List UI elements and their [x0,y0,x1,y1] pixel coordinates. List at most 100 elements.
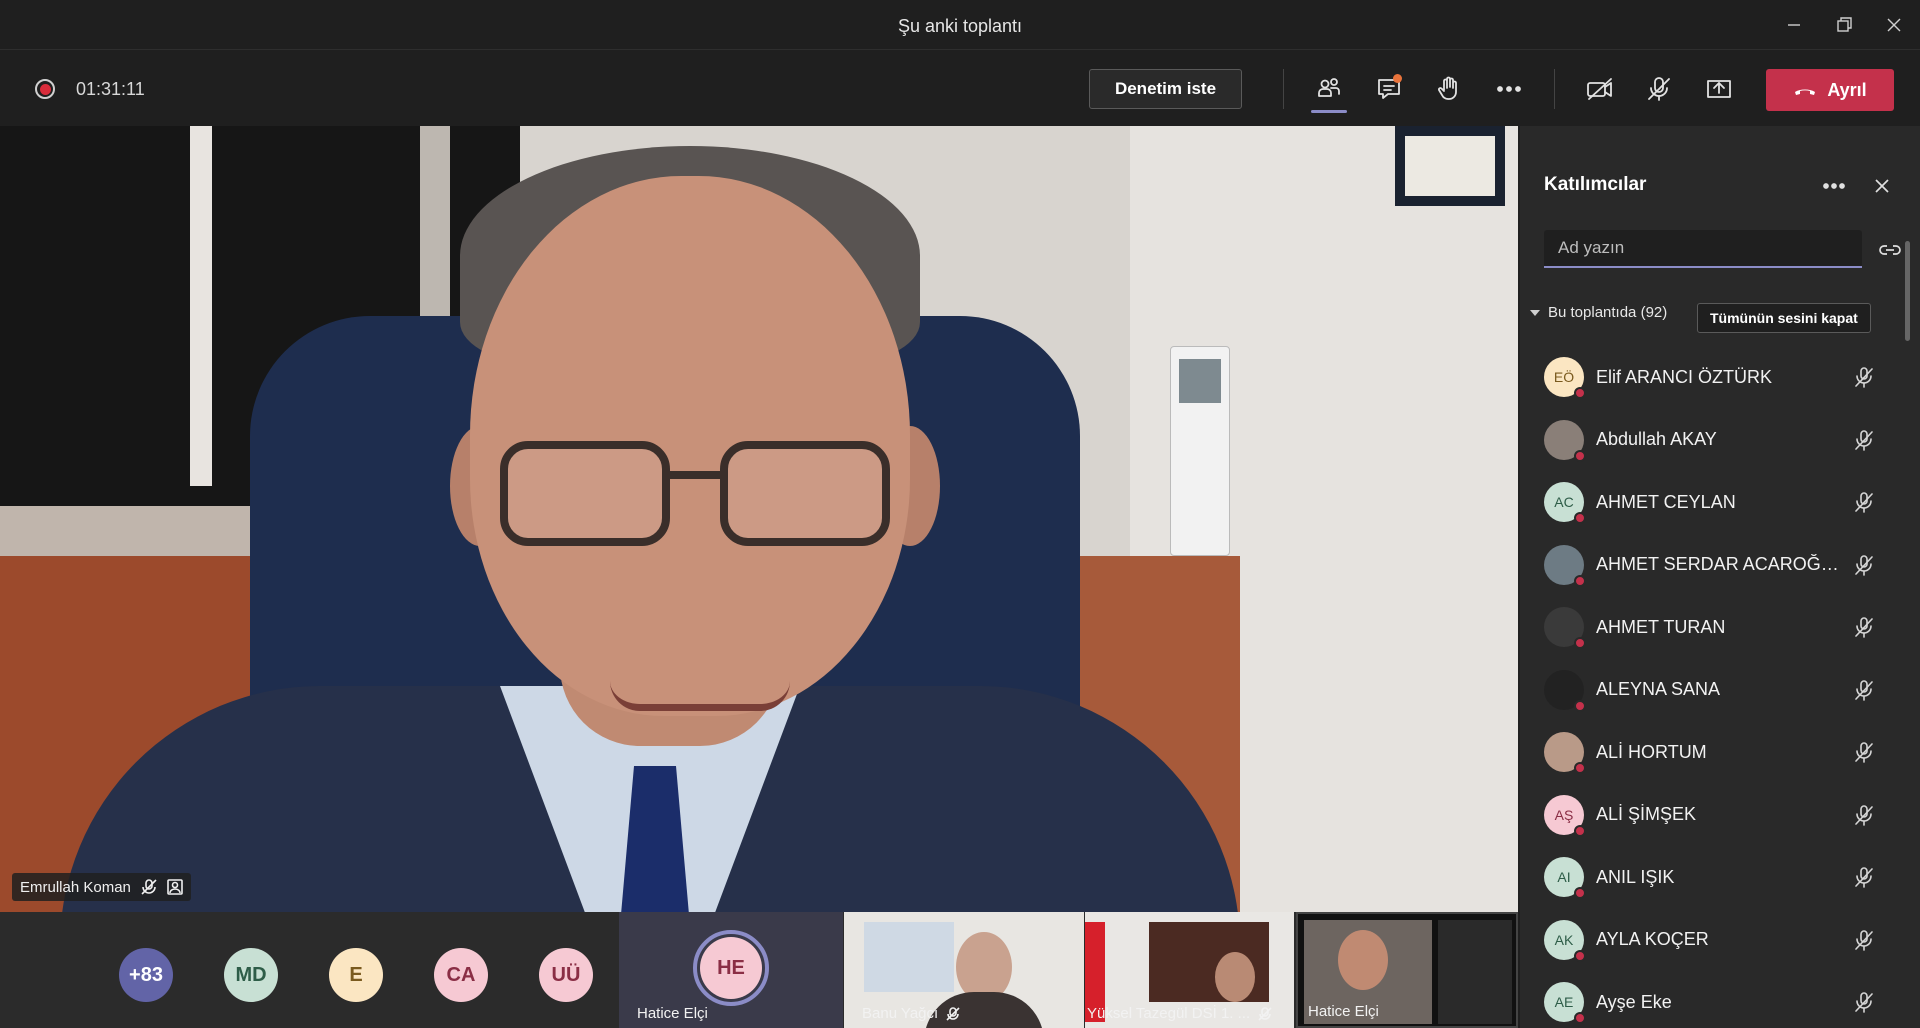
link-icon [1879,245,1901,255]
participant-mic-button[interactable] [1850,801,1878,829]
status-badge [1574,949,1586,962]
participant-mic-button[interactable] [1850,988,1878,1016]
leave-button[interactable]: Ayrıl [1766,69,1894,111]
screen-share-preview [1438,920,1512,1024]
participant-avatar[interactable]: MD [224,948,278,1002]
speaker-name: Emrullah Koman [20,878,131,896]
participant-row[interactable]: AHMET SERDAR ACAROĞULL... [1520,534,1910,597]
camera-off-icon [1587,78,1612,100]
participant-avatar [1544,419,1586,462]
search-input[interactable] [1558,238,1848,258]
raise-hand-button[interactable] [1427,69,1471,109]
participant-name: Ayşe Eke [1596,991,1672,1012]
participant-mic-button[interactable] [1850,363,1878,391]
participant-name: AHMET CEYLAN [1596,491,1736,512]
status-badge [1574,574,1586,587]
chat-button[interactable] [1367,69,1411,109]
status-badge [1574,512,1586,525]
minimize-button[interactable] [1774,10,1814,40]
panel-close-button[interactable] [1866,170,1898,202]
chevron-down-icon [1530,309,1540,316]
camera-toggle-button[interactable] [1578,69,1622,109]
close-window-button[interactable] [1874,10,1914,40]
in-meeting-section-header[interactable]: Bu toplantıda (92) [1530,304,1667,321]
microphone-toggle-button[interactable] [1637,69,1681,109]
share-invite-button[interactable] [1874,234,1906,266]
participant-row[interactable]: AI ANIL IŞIK [1520,846,1910,909]
participant-row[interactable]: AHMET TURAN [1520,596,1910,659]
more-actions-button[interactable] [1487,69,1531,109]
avatar-initials: AC [1554,494,1574,511]
video-tile[interactable]: HE Hatice Elçi [619,912,843,1028]
participant-mic-button[interactable] [1850,863,1878,891]
participant-search[interactable] [1544,230,1862,268]
participant-mic-button[interactable] [1850,488,1878,516]
mic-off-icon [1258,1006,1272,1021]
mic-off-icon [1855,367,1873,389]
main-video-feed [0,126,1518,912]
participant-row[interactable]: AŞ ALİ ŞİMŞEK [1520,784,1910,847]
participant-mic-button[interactable] [1850,551,1878,579]
participant-avatar[interactable]: CA [434,948,488,1002]
participant-name: AHMET TURAN [1596,616,1726,637]
video-background [864,922,954,992]
toolbar-divider [1283,69,1284,109]
participant-name: ANIL IŞIK [1596,866,1675,887]
participant-avatar [1544,732,1586,775]
video-person [610,681,790,711]
share-screen-button[interactable] [1697,69,1741,109]
participant-mic-button[interactable] [1850,676,1878,704]
participant-name: Elif ARANCI ÖZTÜRK [1596,366,1773,387]
mic-off-icon [1855,804,1873,826]
speaker-name-tag: Emrullah Koman [12,873,191,901]
tile-name-text: Yüksel Tazegül DSİ 1. ... [1087,1005,1251,1022]
meeting-toolbar: 01:31:11 Denetim iste Ayrıl [0,51,1920,126]
more-participants-button[interactable]: +83 [119,948,173,1002]
mic-off-icon [1855,742,1873,764]
participant-avatar: AK [1544,919,1586,962]
meeting-timer: 01:31:11 [76,79,145,99]
participant-row[interactable]: AK AYLA KOÇER [1520,909,1910,972]
participant-mic-button[interactable] [1850,926,1878,954]
video-tile[interactable]: Hatice Elçi [1296,912,1518,1028]
avatar-initials: AE [1554,994,1574,1011]
participant-row[interactable]: EÖ Elif ARANCI ÖZTÜRK [1520,346,1910,409]
participant-row[interactable]: AC AHMET CEYLAN [1520,471,1910,534]
video-tile[interactable]: Banu Yağcı [844,912,1084,1028]
participant-row[interactable]: ALEYNA SANA [1520,659,1910,722]
video-background [1170,346,1230,556]
mute-all-button[interactable]: Tümünün sesini kapat [1697,303,1871,333]
participant-row[interactable]: AE Ayşe Eke [1520,971,1910,1028]
video-person [1215,952,1255,1002]
restore-icon [1837,17,1852,32]
video-person [500,441,670,546]
tile-name-text: Banu Yağcı [862,1005,939,1022]
video-tile[interactable]: Yüksel Tazegül DSİ 1. ... [1085,912,1294,1028]
status-badge [1574,449,1586,462]
participant-mic-button[interactable] [1850,426,1878,454]
participant-row[interactable]: Abdullah AKAY [1520,409,1910,472]
panel-more-button[interactable] [1818,170,1850,202]
participant-name: Abdullah AKAY [1596,429,1717,450]
participant-name: ALİ ŞİMŞEK [1596,804,1697,825]
avatar-initials: EÖ [1553,369,1575,386]
mic-off-icon [1855,929,1873,951]
participant-mic-button[interactable] [1850,613,1878,641]
restore-button[interactable] [1824,10,1864,40]
participant-name: AYLA KOÇER [1596,929,1709,950]
tile-name-text: Hatice Elçi [637,1005,708,1022]
participant-mic-button[interactable] [1850,738,1878,766]
recording-icon [35,79,55,99]
participant-avatar[interactable]: E [329,948,383,1002]
request-control-button[interactable]: Denetim iste [1089,69,1242,109]
participant-avatar[interactable]: UÜ [539,948,593,1002]
scrollbar[interactable] [1905,241,1910,341]
chat-unread-dot [1393,74,1402,83]
participant-row[interactable]: ALİ HORTUM [1520,721,1910,784]
tile-name: Hatice Elçi [1308,1003,1379,1020]
mic-off-icon [1855,617,1873,639]
participants-button[interactable] [1307,69,1351,113]
leave-label: Ayrıl [1827,79,1867,100]
section-label: Bu toplantıda (92) [1548,304,1668,321]
tile-name: Yüksel Tazegül DSİ 1. ... [1087,1005,1272,1022]
